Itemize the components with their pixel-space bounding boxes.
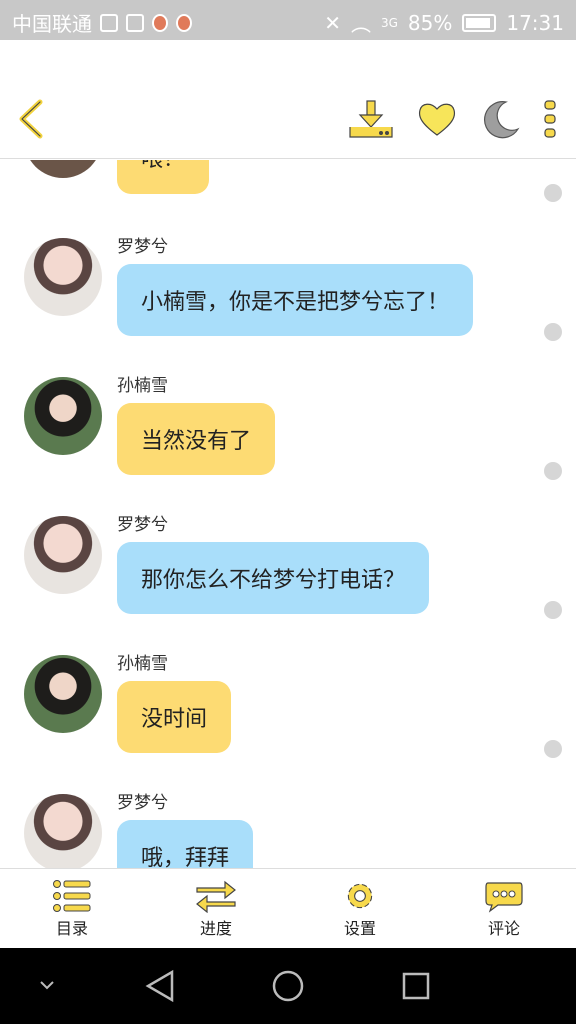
- app-notification-icon-2: [176, 13, 192, 32]
- nav-label: 评论: [487, 919, 520, 938]
- download-icon: [349, 100, 393, 138]
- chat-message: 孙楠雪 当然没有了: [0, 361, 576, 500]
- sender-name: 罗梦兮: [117, 515, 168, 535]
- wifi-icon: ︵: [350, 12, 371, 36]
- list-icon: [53, 880, 91, 912]
- nav-item-contents[interactable]: 目录: [0, 869, 144, 948]
- toolbar-actions: [348, 98, 558, 140]
- message-bubble: 喂？: [117, 160, 210, 194]
- nav-label: 进度: [199, 919, 232, 938]
- chat-message: 罗梦兮 小楠雪，你是不是把梦兮忘了！: [0, 222, 576, 361]
- status-right: ✕ ︵ 3G 85% 17:31: [324, 8, 564, 37]
- message-bubble: 没时间: [117, 681, 232, 753]
- message-bubble: 小楠雪，你是不是把梦兮忘了！: [117, 264, 474, 336]
- sender-name: 孙楠雪: [117, 376, 168, 396]
- night-mode-button[interactable]: [480, 99, 520, 139]
- nav-item-comments[interactable]: 评论: [432, 869, 576, 948]
- chat-list[interactable]: 喂？ 罗梦兮 小楠雪，你是不是把梦兮忘了！ 孙楠雪 当然没有了 罗梦兮 那你怎么…: [0, 160, 576, 868]
- battery-icon: [462, 13, 497, 32]
- nav-item-settings[interactable]: 设置: [288, 869, 432, 948]
- network-type: 3G: [380, 15, 398, 30]
- nav-item-progress[interactable]: 进度: [144, 869, 288, 948]
- avatar: [24, 238, 102, 316]
- avatar: [24, 794, 102, 868]
- message-dot: [544, 462, 562, 480]
- heart-icon: [418, 103, 456, 136]
- message-bubble: 哦，拜拜: [117, 820, 254, 868]
- avatar: [24, 160, 102, 178]
- notification-icon: [100, 13, 118, 32]
- image-icon: [126, 13, 144, 32]
- nav-label: 目录: [55, 919, 88, 938]
- clock: 17:31: [506, 10, 564, 35]
- avatar: [24, 655, 102, 733]
- comment-bubble-icon: [485, 882, 523, 913]
- chat-message: 孙楠雪 没时间: [0, 639, 576, 778]
- message-dot: [544, 184, 562, 202]
- message-dot: [544, 740, 562, 758]
- system-nav-icons: [40, 969, 430, 1003]
- favorite-button[interactable]: [416, 99, 458, 139]
- back-nav-icon: [145, 969, 174, 1003]
- nav-label: 设置: [343, 919, 376, 938]
- avatar: [24, 377, 102, 455]
- avatar: [24, 516, 102, 594]
- message-bubble: 那你怎么不给梦兮打电话？: [117, 542, 430, 614]
- download-button[interactable]: [348, 99, 394, 139]
- top-toolbar: [0, 40, 576, 159]
- system-nav-bar: [0, 948, 576, 1024]
- chat-message: 罗梦兮 那你怎么不给梦兮打电话？: [0, 500, 576, 639]
- more-button[interactable]: [542, 99, 558, 139]
- sender-name: 罗梦兮: [117, 237, 168, 257]
- status-left: 中国联通: [12, 8, 192, 37]
- sender-name: 罗梦兮: [117, 793, 168, 813]
- gear-icon: [347, 883, 373, 909]
- sender-name: 孙楠雪: [117, 654, 168, 674]
- swap-arrows-icon: [196, 880, 236, 913]
- message-dot: [544, 601, 562, 619]
- back-button[interactable]: [14, 98, 50, 139]
- status-bar: 中国联通 ✕ ︵ 3G 85% 17:31: [0, 0, 576, 40]
- app-notification-icon: [152, 13, 168, 32]
- carrier-label: 中国联通: [12, 12, 92, 36]
- back-icon: [19, 99, 43, 139]
- battery-percent: 85%: [407, 10, 453, 35]
- mute-icon: ✕: [324, 10, 341, 35]
- chat-message: 罗梦兮 哦，拜拜: [0, 778, 576, 868]
- home-icon: [272, 970, 304, 1002]
- more-vertical-icon: [544, 100, 556, 138]
- recents-icon: [402, 972, 430, 1000]
- chevron-down-icon: [40, 981, 54, 990]
- moon-icon: [484, 101, 520, 139]
- message-bubble: 当然没有了: [117, 403, 276, 475]
- bottom-nav: 目录 进度 设置 评论: [0, 868, 576, 948]
- message-dot: [544, 323, 562, 341]
